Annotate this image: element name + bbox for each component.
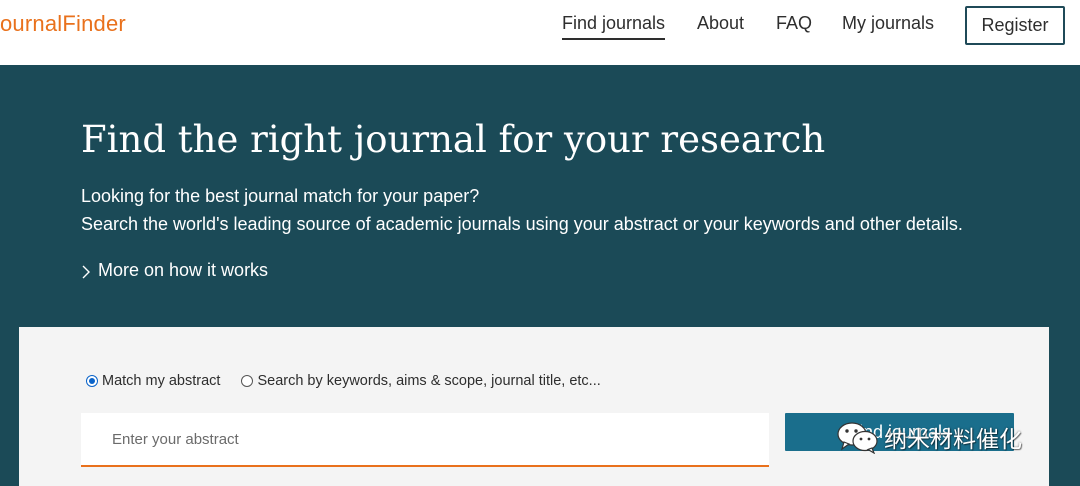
nav-about[interactable]: About [697, 13, 744, 34]
hero-subtitle-line1: Looking for the best journal match for y… [81, 186, 480, 206]
page-title: Find the right journal for your research [81, 118, 826, 161]
radio-unselected-icon[interactable] [241, 375, 254, 387]
nav-my-journals[interactable]: My journals [842, 13, 934, 34]
radio-search-keywords[interactable]: Search by keywords, aims & scope, journa… [241, 373, 601, 389]
chevron-right-icon [82, 265, 90, 278]
watermark: 纳米材料催化 [836, 420, 1022, 454]
radio-selected-icon[interactable] [86, 375, 98, 387]
how-it-works-link[interactable]: More on how it works [81, 260, 268, 281]
radio-search-keywords-label: Search by keywords, aims & scope, journa… [257, 373, 601, 389]
how-it-works-label: More on how it works [98, 260, 269, 280]
radio-match-abstract[interactable]: Match my abstract [86, 373, 220, 389]
hero-subtitle-line2: Search the world's leading source of aca… [81, 214, 963, 234]
journalfinder-logo[interactable]: ournalFinder [0, 11, 126, 37]
watermark-text: 纳米材料催化 [884, 427, 1022, 453]
register-button[interactable]: Register [965, 6, 1065, 45]
radio-match-abstract-label: Match my abstract [102, 373, 221, 389]
abstract-input[interactable] [81, 413, 769, 467]
nav-faq[interactable]: FAQ [776, 13, 812, 34]
top-navigation-bar: ournalFinder Find journals About FAQ My … [0, 0, 1080, 65]
nav-find-journals[interactable]: Find journals [562, 13, 666, 40]
wechat-icon [837, 422, 878, 454]
search-mode-options: Match my abstract Search by keywords, ai… [86, 373, 601, 389]
